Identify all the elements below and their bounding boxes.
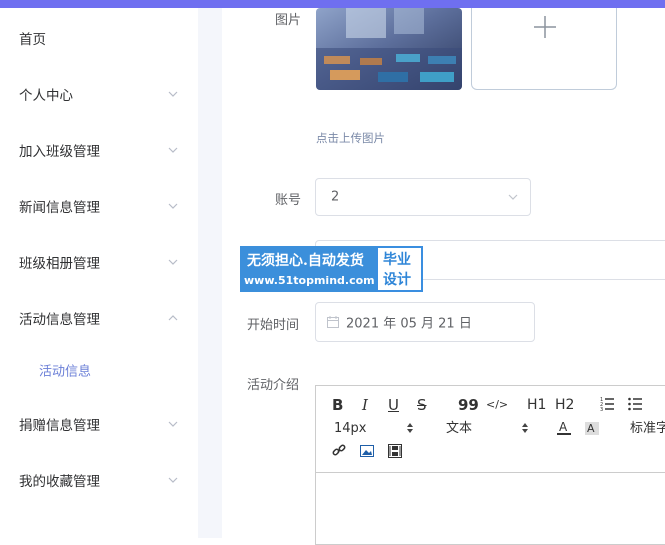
uploaded-image-thumbnail[interactable]	[316, 8, 462, 90]
sidebar-item-label: 班级相册管理	[19, 256, 100, 272]
font-color-icon[interactable]: A	[557, 420, 571, 438]
sidebar-subitem-label: 活动信息	[39, 364, 92, 380]
sidebar-item-label: 个人中心	[19, 88, 73, 104]
watermark-url: www.51topmind.com	[244, 274, 375, 287]
start-time-value: 2021 年 05 月 21 日	[346, 316, 472, 332]
code-button[interactable]: </>	[486, 396, 508, 414]
watermark-badge[interactable]: 无须担心.自动发货 www.51topmind.com 毕业 设计	[240, 246, 423, 292]
sidebar-item-activity[interactable]: 活动信息管理	[0, 290, 198, 346]
content-gutter	[198, 8, 222, 538]
watermark-text-top: 毕业	[383, 252, 411, 268]
account-select-value: 2	[331, 189, 340, 205]
sidebar-item-join-class[interactable]: 加入班级管理	[0, 122, 198, 178]
sidebar-item-home[interactable]: 首页	[0, 10, 198, 66]
watermark-text-bottom: 设计	[383, 272, 411, 288]
editor-content-area[interactable]	[316, 473, 665, 545]
select-arrows-icon	[407, 423, 413, 433]
svg-text:3: 3	[600, 407, 603, 412]
italic-button[interactable]: I	[362, 396, 368, 414]
sidebar-item-label: 首页	[19, 32, 46, 48]
font-size-select[interactable]: 14px	[334, 420, 367, 438]
chevron-up-icon	[168, 315, 178, 321]
start-time-label: 开始时间	[247, 318, 300, 333]
select-arrows-icon	[522, 423, 528, 433]
chevron-down-icon	[168, 259, 178, 265]
upload-hint: 点击上传图片	[316, 131, 385, 145]
sidebar: 首页 个人中心 加入班级管理 新闻信息管理 班级相册管理 活动信息管理 活动信息…	[0, 8, 198, 538]
bullet-list-icon[interactable]	[628, 396, 642, 414]
video-insert-icon[interactable]	[388, 444, 402, 462]
chevron-down-icon	[168, 91, 178, 97]
font-family-select[interactable]: 文本	[446, 420, 472, 438]
sidebar-item-label: 活动信息管理	[19, 312, 100, 328]
account-label: 账号	[275, 193, 302, 208]
classroom-photo	[316, 8, 462, 90]
sidebar-subitem-activity-info[interactable]: 活动信息	[0, 346, 198, 394]
h2-button[interactable]: H2	[555, 396, 574, 414]
start-time-datepicker[interactable]: 2021 年 05 月 21 日	[315, 302, 535, 342]
sidebar-item-news[interactable]: 新闻信息管理	[0, 178, 198, 234]
sidebar-item-label: 捐赠信息管理	[19, 418, 100, 434]
sidebar-item-favorites[interactable]: 我的收藏管理	[0, 452, 198, 508]
image-label: 图片	[275, 13, 302, 28]
watermark-slogan: 无须担心.自动发货	[247, 253, 364, 269]
svg-text:A: A	[587, 422, 595, 435]
sidebar-item-donation[interactable]: 捐赠信息管理	[0, 396, 198, 452]
strike-button[interactable]: S	[417, 396, 427, 414]
chevron-down-icon	[168, 147, 178, 153]
chevron-down-icon	[168, 421, 178, 427]
image-upload-button[interactable]	[471, 8, 617, 90]
rich-text-editor: B I U S 99 </> H1 H2 123 14px 文本 A A 标准字	[315, 385, 665, 545]
top-bar	[0, 0, 665, 8]
watermark-left-panel: 无须担心.自动发货 www.51topmind.com	[240, 246, 376, 292]
calendar-icon	[327, 316, 339, 328]
sidebar-item-label: 加入班级管理	[19, 144, 100, 160]
sidebar-item-personal-center[interactable]: 个人中心	[0, 66, 198, 122]
image-insert-icon[interactable]	[360, 444, 374, 462]
h1-button[interactable]: H1	[527, 396, 546, 414]
chevron-down-icon	[168, 203, 178, 209]
sidebar-item-class-album[interactable]: 班级相册管理	[0, 234, 198, 290]
sidebar-item-label: 我的收藏管理	[19, 474, 100, 490]
line-height-select[interactable]: 标准字	[630, 420, 665, 438]
chevron-down-icon	[168, 477, 178, 483]
watermark-right-panel: 毕业 设计	[376, 246, 423, 292]
plus-icon	[534, 16, 556, 38]
account-select[interactable]: 2	[315, 178, 531, 216]
editor-toolbar: B I U S 99 </> H1 H2 123 14px 文本 A A 标准字	[316, 386, 665, 473]
ordered-list-icon[interactable]: 123	[600, 396, 614, 414]
link-icon[interactable]	[332, 444, 346, 462]
svg-text:A: A	[559, 420, 568, 434]
chevron-down-icon	[508, 194, 518, 200]
bold-button[interactable]: B	[332, 396, 343, 414]
quote-button[interactable]: 99	[458, 396, 479, 414]
sidebar-item-label: 新闻信息管理	[19, 200, 100, 216]
background-color-icon[interactable]: A	[585, 420, 599, 438]
intro-label: 活动介绍	[247, 378, 300, 393]
underline-button[interactable]: U	[388, 396, 399, 414]
